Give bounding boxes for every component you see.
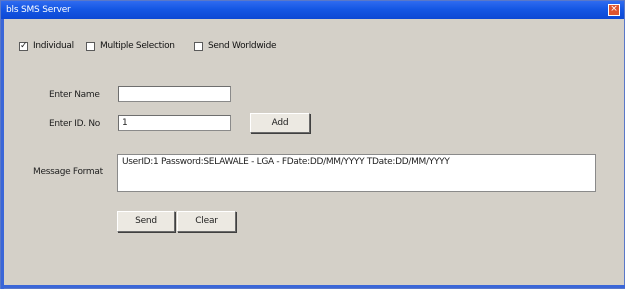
close-icon[interactable]: ×	[608, 4, 620, 16]
window-border-bottom	[1, 285, 625, 288]
window-border-left	[1, 19, 4, 289]
individual-option[interactable]: ✓ Individual	[19, 39, 74, 53]
individual-checkbox[interactable]: ✓	[19, 41, 28, 51]
individual-label: Individual	[33, 41, 74, 51]
enter-id-label: Enter ID. No	[49, 119, 100, 129]
window-title: bls SMS Server	[6, 5, 71, 15]
multiple-selection-label: Multiple Selection	[100, 41, 175, 51]
send-button[interactable]: Send	[117, 211, 175, 232]
send-worldwide-checkbox[interactable]	[194, 41, 203, 51]
app-window: bls SMS Server × ✓ Individual Multiple S…	[0, 0, 625, 289]
title-bar[interactable]: bls SMS Server ×	[1, 1, 624, 19]
message-format-field[interactable]: UserID:1 Password:SELAWALE - LGA - FDate…	[117, 154, 596, 192]
enter-name-label: Enter Name	[49, 90, 100, 100]
multiple-selection-checkbox[interactable]	[86, 41, 95, 51]
multiple-selection-option[interactable]: Multiple Selection	[86, 39, 175, 53]
enter-id-field[interactable]: 1	[118, 115, 231, 131]
enter-name-field[interactable]	[118, 86, 231, 102]
message-format-label: Message Format	[33, 167, 103, 177]
send-worldwide-option[interactable]: Send Worldwide	[194, 39, 277, 53]
clear-button[interactable]: Clear	[177, 211, 236, 232]
add-button[interactable]: Add	[250, 113, 310, 133]
send-worldwide-label: Send Worldwide	[208, 41, 277, 51]
